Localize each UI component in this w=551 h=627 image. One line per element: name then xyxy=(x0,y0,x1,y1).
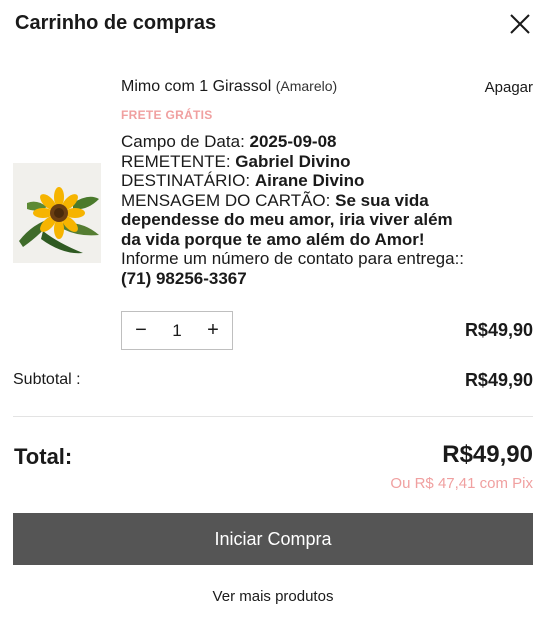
product-name-text: Mimo com 1 Girassol xyxy=(121,78,272,95)
field-label: REMETENTE: xyxy=(121,151,236,171)
quantity-stepper: − 1 + xyxy=(121,311,233,350)
field-recipient: DESTINATÁRIO: Airane Divino xyxy=(121,171,466,191)
close-icon xyxy=(510,14,530,34)
delete-item-link[interactable]: Apagar xyxy=(485,79,533,96)
cart-title: Carrinho de compras xyxy=(15,12,217,34)
field-label: Campo de Data: xyxy=(121,132,250,151)
field-date: Campo de Data: 2025-09-08 xyxy=(121,132,466,152)
pix-discount-note: Ou R$ 47,41 com Pix xyxy=(390,475,533,492)
field-value: 2025-09-08 xyxy=(249,132,337,151)
product-name[interactable]: Mimo com 1 Girassol (Amarelo) xyxy=(121,78,337,96)
quantity-value[interactable]: 1 xyxy=(160,321,194,341)
total-label: Total: xyxy=(14,444,73,469)
checkout-button[interactable]: Iniciar Compra xyxy=(13,513,533,565)
field-value: Airane Divino xyxy=(254,171,365,190)
close-button[interactable] xyxy=(506,10,534,38)
increase-quantity-button[interactable]: + xyxy=(194,312,232,349)
free-shipping-badge: FRETE GRÁTIS xyxy=(121,108,213,122)
decrease-quantity-button[interactable]: − xyxy=(122,312,160,349)
field-value: (71) 98256-3367 xyxy=(121,268,247,288)
field-label: DESTINATÁRIO: xyxy=(121,171,255,190)
total-value: R$49,90 xyxy=(442,441,533,468)
plus-icon: + xyxy=(207,319,219,341)
divider xyxy=(13,416,533,417)
subtotal-label: Subtotal : xyxy=(13,371,81,388)
product-variant: (Amarelo) xyxy=(275,78,338,94)
field-sender: REMETENTE: Gabriel Divino xyxy=(121,152,466,172)
field-contact-number: Informe um número de contato para entreg… xyxy=(121,249,466,288)
subtotal-value: R$49,90 xyxy=(464,370,533,390)
sunflower-image xyxy=(13,163,101,263)
product-custom-fields: Campo de Data: 2025-09-08 REMETENTE: Gab… xyxy=(121,132,466,288)
more-products-link[interactable]: Ver mais produtos xyxy=(0,588,546,605)
minus-icon: − xyxy=(135,319,147,341)
product-image[interactable] xyxy=(13,163,101,263)
field-label: Informe um número de contato para entreg… xyxy=(121,249,465,268)
field-value: Gabriel Divino xyxy=(235,151,351,171)
field-card-message: MENSAGEM DO CARTÃO: Se sua vida dependes… xyxy=(121,191,466,250)
item-price: R$49,90 xyxy=(464,320,533,340)
field-label: MENSAGEM DO CARTÃO: xyxy=(121,190,336,210)
